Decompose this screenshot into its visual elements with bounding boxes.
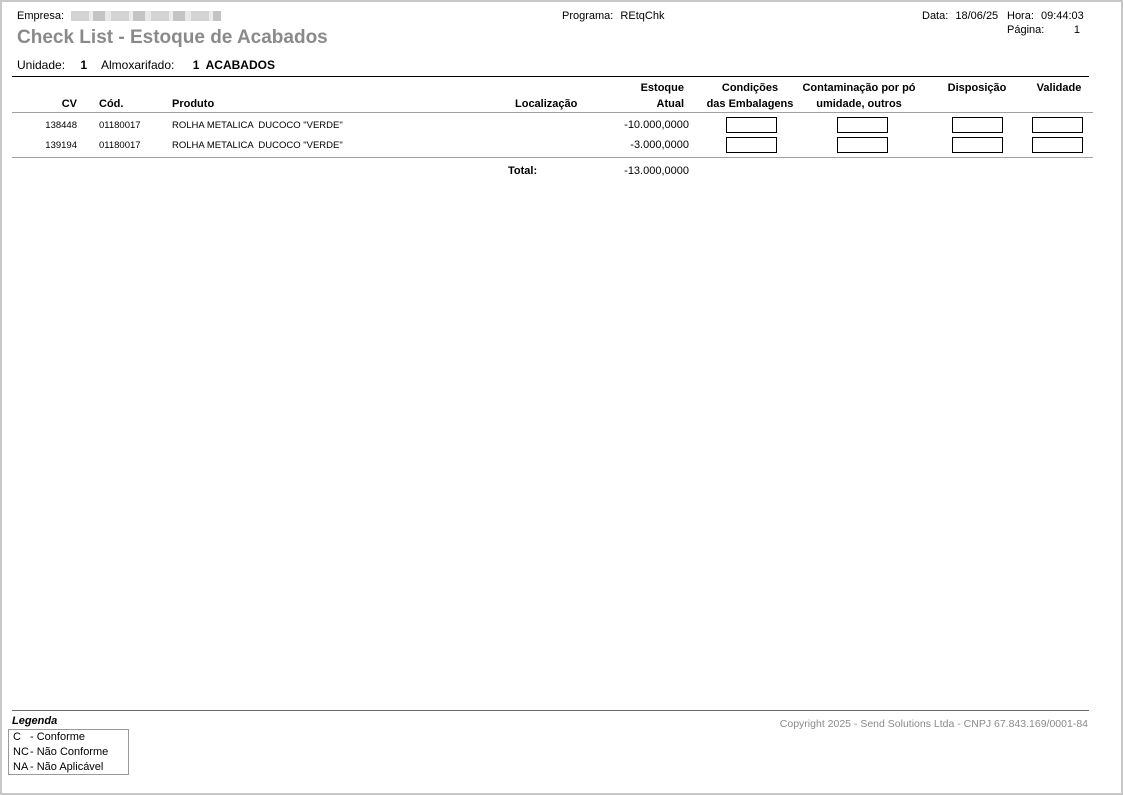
col-header-contaminacao-line1: Contaminação por pó — [802, 82, 916, 94]
table-header-divider — [12, 112, 1093, 113]
data-value: 18/06/25 — [955, 10, 999, 22]
col-header-estoque-line1: Estoque — [640, 82, 684, 94]
programa-value: REtqChk — [620, 10, 665, 22]
programa-label: Programa: — [562, 10, 614, 22]
empresa-label: Empresa: — [17, 10, 65, 22]
legend-text: - Não Aplicável — [30, 761, 104, 773]
col-header-contaminacao-line2: umidade, outros — [816, 98, 902, 110]
col-header-localizacao: Localização — [515, 98, 578, 110]
table-bottom-divider — [12, 157, 1093, 158]
col-header-condicoes-line1: Condições — [721, 82, 779, 94]
empresa-field: Empresa: — [17, 10, 222, 22]
hora-value: 09:44:03 — [1040, 10, 1084, 22]
cell-produto: ROLHA METALICA DUCOCO "VERDE" — [172, 120, 343, 131]
pagina-label: Página: — [1007, 24, 1045, 36]
col-header-condicoes-line2: das Embalagens — [706, 98, 794, 110]
checkbox-contaminacao[interactable] — [837, 137, 888, 153]
legend-box: C - Conforme NC- Não Conforme NA - Não Apl… — [8, 729, 129, 775]
total-value: -13.000,0000 — [624, 165, 689, 177]
report-page: Empresa: Programa: REtqChk Data: 18/06/2… — [0, 0, 1123, 795]
cell-cv: 138448 — [45, 120, 77, 131]
unidade-value: 1 — [80, 58, 88, 72]
col-header-validade: Validade — [1036, 82, 1082, 94]
legend-code: NA — [13, 761, 29, 773]
almoxarifado-label: Almoxarifado: — [101, 58, 175, 72]
checkbox-validade[interactable] — [1032, 137, 1083, 153]
programa-field: Programa: REtqChk — [562, 10, 664, 22]
checkbox-disposicao[interactable] — [952, 117, 1003, 133]
legend-item: C - Conforme — [13, 731, 85, 743]
almoxarifado-value: 1 ACABADOS — [192, 58, 275, 72]
col-header-estoque-line2: Atual — [656, 98, 685, 110]
data-field: Data: 18/06/25 — [922, 10, 998, 22]
header-divider — [12, 76, 1089, 77]
checkbox-disposicao[interactable] — [952, 137, 1003, 153]
pagina-value: 1 — [1073, 24, 1080, 36]
cell-estoque: -3.000,0000 — [630, 139, 689, 151]
legend-text: - Não Conforme — [30, 746, 109, 758]
legend-code: C — [13, 731, 21, 743]
unidade-field: Unidade: 1 — [17, 58, 87, 72]
legend-item: NC- Não Conforme — [13, 746, 108, 758]
page-title: Check List - Estoque de Acabados — [17, 27, 328, 48]
cell-cod: 01180017 — [99, 140, 141, 151]
footer-divider — [12, 710, 1089, 711]
cell-produto: ROLHA METALICA DUCOCO "VERDE" — [172, 140, 343, 151]
cell-cv: 139194 — [45, 140, 77, 151]
almoxarifado-field: Almoxarifado: 1 ACABADOS — [101, 58, 275, 72]
col-header-cod: Cód. — [99, 98, 124, 110]
hora-label: Hora: — [1007, 10, 1034, 22]
checkbox-validade[interactable] — [1032, 117, 1083, 133]
cell-estoque: -10.000,0000 — [624, 119, 689, 131]
col-header-produto: Produto — [172, 98, 215, 110]
legend-item: NA - Não Aplicável — [13, 761, 103, 773]
legend-code: NC — [13, 746, 29, 758]
copyright-text: Copyright 2025 - Send Solutions Ltda - C… — [779, 718, 1088, 730]
checkbox-contaminacao[interactable] — [837, 117, 888, 133]
checkbox-condicoes[interactable] — [726, 117, 777, 133]
col-header-cv: CV — [61, 98, 77, 110]
empresa-redacted-value — [71, 11, 222, 22]
col-header-disposicao: Disposição — [947, 82, 1007, 94]
cell-cod: 01180017 — [99, 120, 141, 131]
hora-field: Hora: 09:44:03 — [1007, 10, 1084, 22]
checkbox-condicoes[interactable] — [726, 137, 777, 153]
legend-text: - Conforme — [30, 731, 86, 743]
total-label: Total: — [508, 165, 538, 177]
legend-title: Legenda — [12, 715, 58, 727]
unidade-label: Unidade: — [17, 58, 66, 72]
data-label: Data: — [922, 10, 949, 22]
